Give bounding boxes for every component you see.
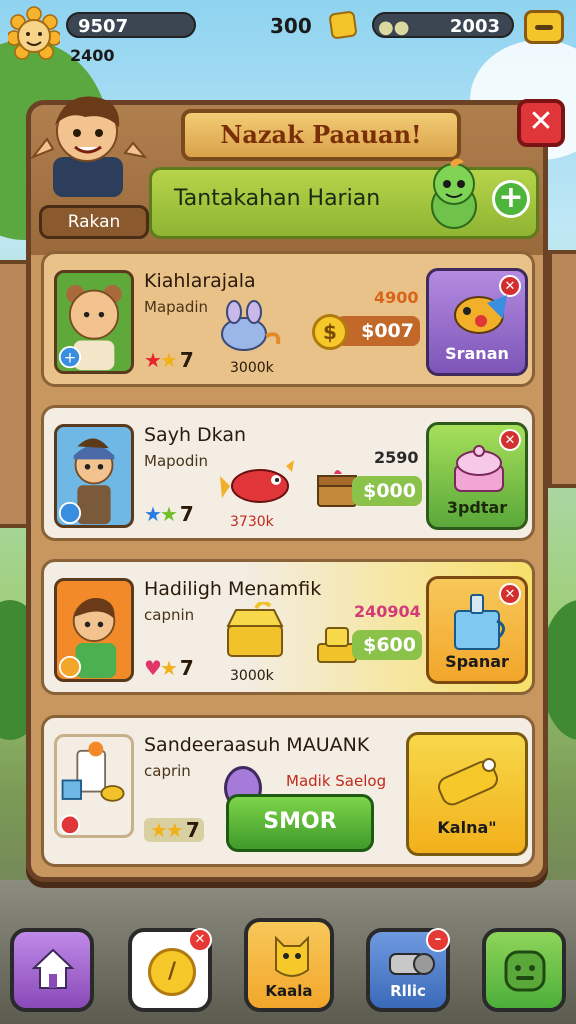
offer-2-avatar [54, 424, 134, 528]
mouse-creature-icon [221, 300, 281, 351]
top-bar: 9507 2400 300 ●● 2003 [0, 0, 576, 65]
offer-2-old-price: 2590 [374, 448, 419, 467]
fish-toy-icon [454, 295, 507, 334]
cannon-icon [389, 953, 435, 975]
daily-banner: Tantakahan Harian + [149, 158, 539, 239]
nav-character-button[interactable] [482, 928, 566, 1012]
offer-2-price[interactable]: $000 [352, 476, 422, 506]
offer-card-2[interactable]: Sayh Dkan Mapodin ★★ 7 3730k 2590 $000 ✕ … [41, 405, 535, 541]
offer-4-shop-button[interactable]: Kalna" [406, 732, 528, 856]
gold-bar-icon[interactable] [328, 10, 358, 40]
gems-counter[interactable]: ●● 2003 [372, 12, 514, 38]
offer-3-shop-button[interactable]: ✕ Spanar [426, 576, 528, 684]
offer-1-old-price: 4900 [374, 288, 419, 307]
player-name: Rakan [67, 212, 121, 232]
gold-count: 300 [270, 14, 312, 38]
offer-4-avatar [54, 734, 134, 838]
offer-1-subtitle: Mapadin [144, 298, 209, 316]
offer-3-old-price: 240904 [354, 602, 421, 621]
menu-button[interactable] [524, 10, 564, 44]
drink-items-icon [59, 741, 125, 835]
close-button[interactable]: ✕ [517, 99, 565, 147]
coin-counter-value: 9507 [78, 16, 129, 37]
sub-value-label: 2400 [70, 46, 115, 65]
cake-icon [454, 445, 504, 492]
gold-coin-icon: $ [312, 314, 348, 350]
offer-1-star-count: 7 [179, 348, 194, 372]
offer-3-price-value: $600 [363, 634, 416, 656]
animal-face-icon [275, 935, 309, 977]
offer-3-subtitle: capnin [144, 606, 195, 624]
offer-2-shop-label: 3pdtar [446, 498, 508, 517]
offer-1-title: Kiahlarajala [144, 270, 256, 292]
gold-coin-nav-icon: / [148, 948, 196, 996]
offer-2-price-value: $000 [363, 480, 416, 502]
offer-4-shop-label: Kalna" [437, 818, 497, 837]
nav-coins-button[interactable]: ✕ / [128, 928, 212, 1012]
panel-header: Nazak Paauan! ✕ Rakan Tantakahan Harian … [29, 96, 565, 255]
offer-card-1[interactable]: + Kiahlarajala Mapadin ★★ 7 3000k 4900 $0… [41, 251, 535, 387]
player-name-plate: Rakan [39, 205, 149, 239]
sunflower-avatar-icon[interactable] [8, 6, 60, 72]
player-avatar-icon [29, 96, 148, 197]
home-icon [31, 948, 75, 989]
offer-2-stars: ★★ 7 [144, 502, 194, 526]
offer-card-3[interactable]: Hadiligh Menamfik capnin ♥★ 7 3000k 24090… [41, 559, 535, 695]
offer-3-price[interactable]: $600 [352, 630, 422, 660]
offer-1-item-label: 3000k [230, 360, 274, 376]
nav-coins-badge-icon: ✕ [188, 928, 212, 952]
panel-title: Nazak Paauan! [220, 120, 422, 149]
offer-2-star-count: 7 [179, 502, 194, 526]
offer-1-stars: ★★ 7 [144, 348, 194, 372]
offer-2-shop-button[interactable]: ✕ 3pdtar [426, 422, 528, 530]
add-button[interactable]: + [492, 180, 530, 218]
bear-character-icon: + [58, 285, 122, 371]
ice-block-icon [454, 594, 505, 650]
offer-1-price-value: $007 [361, 320, 414, 342]
offer-3-shop-label: Spanar [445, 652, 509, 671]
daily-offers-panel: Nazak Paauan! ✕ Rakan Tantakahan Harian … [26, 96, 565, 882]
offer-1-shop-button[interactable]: ✕ Sranan [426, 268, 528, 376]
offer-1-avatar: + [54, 270, 134, 374]
offer-2-item-label: 3730k [230, 514, 274, 530]
offer-3-item-label: 3000k [230, 668, 274, 684]
offer-4-buy-button-label: SMOR [263, 809, 337, 834]
offer-3-star-count: 7 [179, 656, 194, 680]
offer-2-subtitle: Mapodin [144, 452, 209, 470]
robot-face-icon [504, 950, 546, 992]
nav-rllic-label: Rllic [390, 982, 426, 1000]
svg-text:+: + [64, 350, 76, 367]
gold-chest-icon [226, 602, 284, 657]
offer-3-avatar [54, 578, 134, 682]
daily-banner-label: Tantakahan Harian [174, 186, 381, 211]
rocket-fish-icon [220, 460, 294, 503]
gems-icon: ●● [378, 17, 410, 38]
offer-1-price[interactable]: $007 [336, 316, 420, 346]
nav-rllic-button[interactable]: – Rllic [366, 928, 450, 1012]
nav-kaala-label: Kaala [265, 982, 313, 1000]
nav-kaala-button[interactable]: Kaala [244, 918, 334, 1012]
green-creature-icon [431, 158, 477, 229]
offer-3-stars: ♥★ 7 [144, 656, 194, 680]
gold-ticket-icon [438, 758, 498, 806]
offer-1-shop-label: Sranan [445, 344, 509, 363]
offer-4-buy-button[interactable]: SMOR [226, 794, 374, 852]
offer-4-stars: ★★ 7 [144, 818, 204, 842]
offer-card-4[interactable]: Sandeeraasuh MAUANK caprin ★★ 7 Madik Sae… [41, 715, 535, 867]
offer-4-deal-label: Madik Saelog [286, 772, 387, 790]
offer-4-star-count: 7 [185, 818, 200, 842]
gems-counter-value: 2003 [449, 16, 500, 37]
explorer-character-icon [58, 438, 115, 525]
nav-home-button[interactable] [10, 928, 94, 1012]
panel-title-plate: Nazak Paauan! [181, 109, 461, 161]
offer-4-title: Sandeeraasuh MAUANK [144, 734, 370, 756]
offer-4-subtitle: caprin [144, 762, 191, 780]
boy-character-icon [58, 598, 117, 679]
coin-counter[interactable]: 9507 [66, 12, 196, 38]
offer-3-title: Hadiligh Menamfik [144, 578, 322, 600]
offer-2-title: Sayh Dkan [144, 424, 247, 446]
